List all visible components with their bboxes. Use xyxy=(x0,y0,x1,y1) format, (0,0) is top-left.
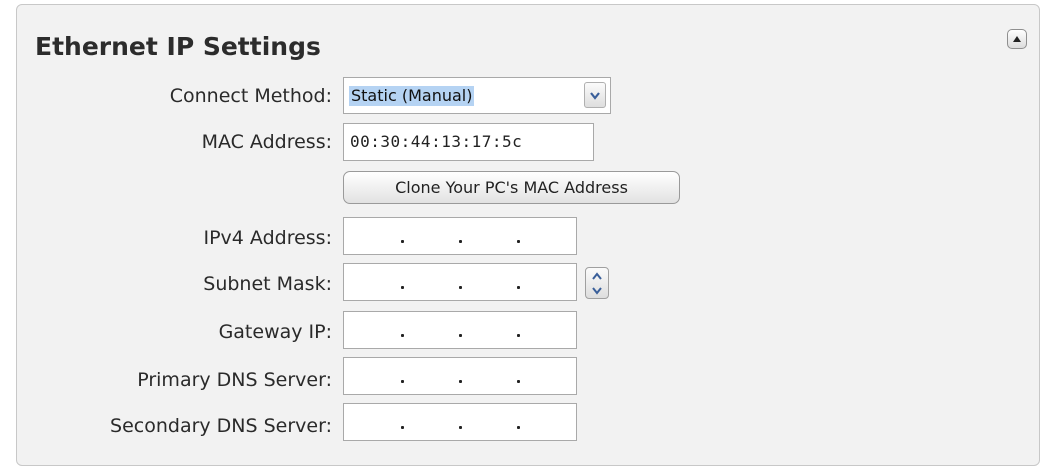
mac-address-input[interactable]: 00:30:44:13:17:5c xyxy=(343,123,594,161)
gateway-ip-input[interactable] xyxy=(343,311,577,349)
ip-octet-separator xyxy=(517,286,520,289)
ip-octet-separator xyxy=(517,240,520,243)
mac-address-label: MAC Address: xyxy=(201,131,332,153)
primary-dns-label: Primary DNS Server: xyxy=(137,369,332,391)
ipv4-address-input[interactable] xyxy=(343,217,577,255)
ip-octet-separator xyxy=(459,426,462,429)
ip-octet-separator xyxy=(401,286,404,289)
primary-dns-input[interactable] xyxy=(343,357,577,395)
ip-octet-separator xyxy=(401,426,404,429)
ip-octet-separator xyxy=(459,380,462,383)
connect-method-label: Connect Method: xyxy=(169,85,332,107)
chevron-down-icon xyxy=(590,91,600,100)
collapse-button[interactable] xyxy=(1007,29,1027,49)
secondary-dns-label: Secondary DNS Server: xyxy=(110,415,332,437)
select-arrow-button[interactable] xyxy=(584,82,606,108)
connect-method-select[interactable]: Static (Manual) xyxy=(343,77,611,114)
secondary-dns-input[interactable] xyxy=(343,403,577,441)
ethernet-ip-settings-panel: Ethernet IP Settings Connect Method: Sta… xyxy=(16,4,1040,466)
ip-octet-separator xyxy=(517,380,520,383)
stepper-up-icon[interactable] xyxy=(591,271,603,280)
ip-octet-separator xyxy=(401,240,404,243)
ip-octet-separator xyxy=(459,334,462,337)
stepper-down-icon[interactable] xyxy=(591,286,603,295)
subnet-mask-input[interactable] xyxy=(343,263,577,301)
ip-octet-separator xyxy=(459,240,462,243)
connect-method-value: Static (Manual) xyxy=(349,86,475,106)
panel-title: Ethernet IP Settings xyxy=(35,32,321,61)
ipv4-address-label: IPv4 Address: xyxy=(203,227,332,249)
ip-octet-separator xyxy=(517,334,520,337)
gateway-ip-label: Gateway IP: xyxy=(218,321,332,343)
mac-address-value: 00:30:44:13:17:5c xyxy=(350,132,523,151)
ip-octet-separator xyxy=(401,380,404,383)
ip-octet-separator xyxy=(459,286,462,289)
subnet-mask-stepper[interactable] xyxy=(585,267,609,299)
collapse-up-icon xyxy=(1013,36,1021,42)
clone-mac-address-button[interactable]: Clone Your PC's MAC Address xyxy=(343,171,680,204)
ip-octet-separator xyxy=(517,426,520,429)
ip-octet-separator xyxy=(401,334,404,337)
subnet-mask-label: Subnet Mask: xyxy=(203,273,332,295)
